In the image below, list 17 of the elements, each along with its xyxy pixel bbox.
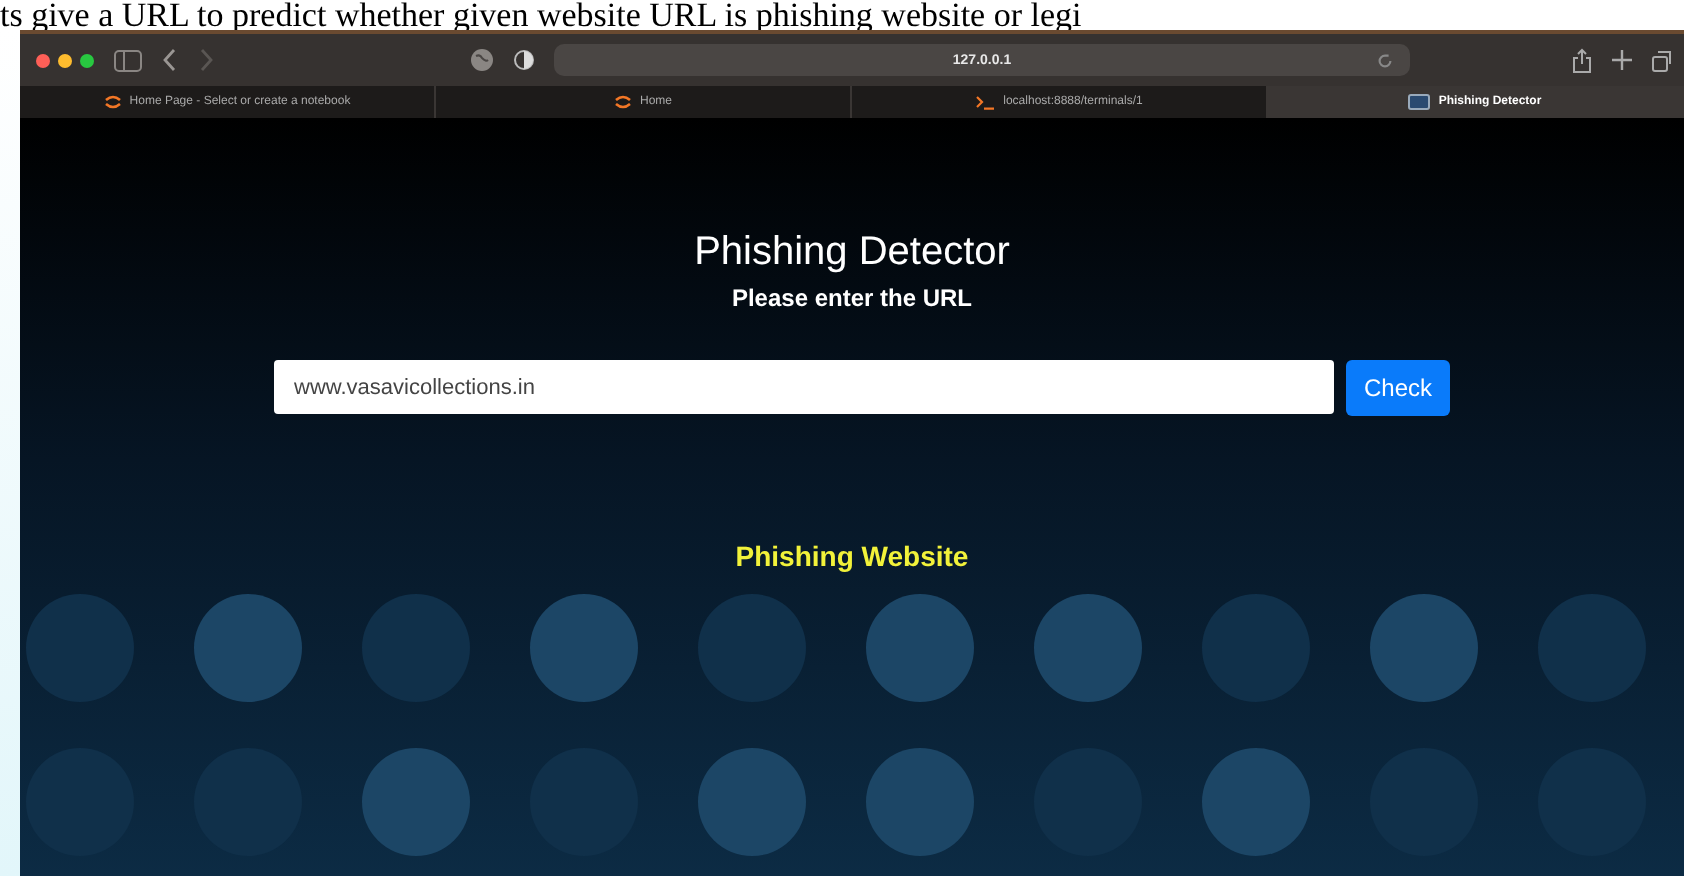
result-text: Phishing Website <box>735 540 969 572</box>
page-title: Phishing Detector <box>694 228 1010 276</box>
window-icon <box>1408 94 1431 110</box>
check-button[interactable]: Check <box>1346 360 1450 416</box>
globe-icon[interactable] <box>470 48 494 72</box>
share-icon[interactable] <box>1572 47 1592 73</box>
plus-icon[interactable] <box>1612 50 1632 70</box>
jupyter-icon <box>613 94 632 110</box>
reload-icon[interactable] <box>1376 52 1394 70</box>
url-input-field[interactable]: www.vasavicollections.in <box>274 360 1334 414</box>
page-subtitle: Please enter the URL <box>731 284 973 312</box>
back-icon[interactable] <box>162 48 178 72</box>
sidebar-icon[interactable] <box>114 49 142 71</box>
terminal-icon <box>975 95 996 109</box>
jupyter-icon <box>103 94 122 110</box>
tabs-overview-icon[interactable] <box>1652 49 1672 71</box>
window-controls-icon[interactable] <box>36 53 94 67</box>
